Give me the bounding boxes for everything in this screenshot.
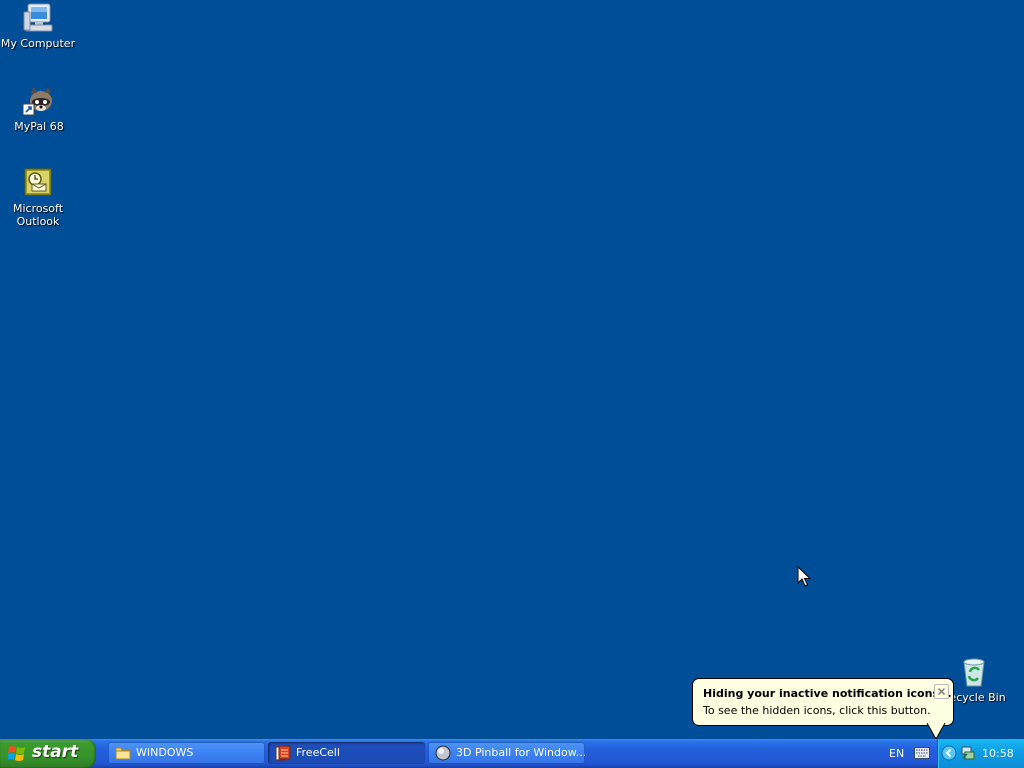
taskbar-button-freecell[interactable]: FreeCell bbox=[268, 742, 425, 764]
desktop-icon-label: My Computer bbox=[0, 37, 76, 50]
taskbar-button-windows[interactable]: WINDOWS bbox=[108, 742, 265, 764]
network-icon[interactable] bbox=[960, 745, 976, 761]
taskbar: start WINDOWS FreeCell 3D Pinball for Wi… bbox=[0, 739, 1024, 768]
balloon-title: Hiding your inactive notification icons.… bbox=[703, 687, 952, 700]
mypal-raccoon-icon bbox=[23, 87, 52, 116]
desktop-icon-my-computer[interactable]: My Computer bbox=[0, 2, 76, 50]
taskbar-button-label: FreeCell bbox=[296, 746, 340, 759]
clock[interactable]: 10:58 bbox=[982, 747, 1014, 760]
recycle-bin-icon bbox=[963, 658, 985, 687]
desktop-icon-label: MyPal 68 bbox=[14, 120, 64, 133]
keyboard-icon[interactable] bbox=[914, 747, 930, 759]
desktop: My Computer MyPal 68 Microsoft Outlook R… bbox=[0, 0, 1024, 739]
balloon-text: To see the hidden icons, click this butt… bbox=[703, 704, 931, 717]
outlook-icon bbox=[24, 168, 52, 196]
desktop-icon-outlook[interactable]: Microsoft Outlook bbox=[0, 167, 76, 228]
balloon-close-icon[interactable] bbox=[934, 684, 949, 699]
mouse-cursor-icon bbox=[797, 566, 811, 587]
folder-icon bbox=[115, 747, 131, 760]
start-label: start bbox=[32, 742, 79, 762]
start-button[interactable]: start bbox=[0, 739, 96, 768]
desktop-icon-mypal[interactable]: MyPal 68 bbox=[1, 85, 77, 133]
windows-logo-icon bbox=[8, 746, 25, 761]
pinball-icon bbox=[435, 745, 451, 761]
balloon-tail bbox=[926, 723, 946, 740]
language-indicator[interactable]: EN bbox=[889, 747, 904, 760]
taskbar-button-label: 3D Pinball for Window... bbox=[456, 746, 585, 759]
desktop-icon-label: Microsoft Outlook bbox=[12, 202, 64, 228]
freecell-icon bbox=[275, 745, 291, 761]
my-computer-icon bbox=[23, 3, 53, 32]
show-hidden-icons-arrow-icon[interactable] bbox=[941, 745, 957, 761]
notification-balloon[interactable]: Hiding your inactive notification icons.… bbox=[692, 678, 954, 726]
taskbar-button-pinball[interactable]: 3D Pinball for Window... bbox=[428, 742, 585, 764]
taskbar-button-label: WINDOWS bbox=[136, 746, 194, 759]
